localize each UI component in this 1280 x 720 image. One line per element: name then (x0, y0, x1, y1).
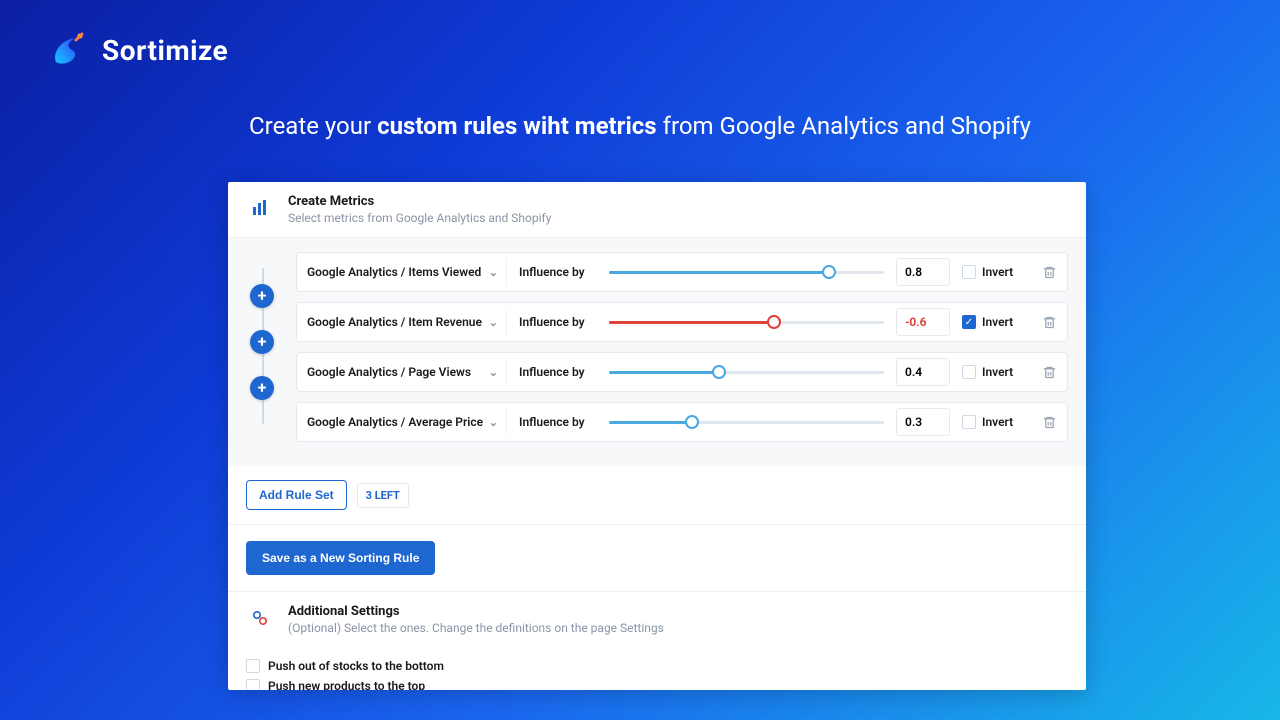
settings-gear-icon (246, 604, 274, 632)
metric-select[interactable]: Google Analytics / Average Price ⌄ (307, 409, 507, 435)
metric-select[interactable]: Google Analytics / Items Viewed ⌄ (307, 259, 507, 285)
save-sorting-rule-button[interactable]: Save as a New Sorting Rule (246, 541, 435, 575)
metric-select[interactable]: Google Analytics / Item Revenue ⌄ (307, 309, 507, 335)
additional-settings-header: Additional Settings (Optional) Select th… (228, 592, 1086, 647)
checkbox-icon: ✓ (962, 315, 976, 329)
influence-slider[interactable] (609, 413, 884, 431)
additional-option-label: Push new products to the top (268, 679, 425, 690)
add-between-button[interactable]: + (250, 284, 274, 308)
invert-label: Invert (982, 365, 1013, 379)
add-between-button[interactable]: + (250, 330, 274, 354)
additional-option[interactable]: Push new products to the top (246, 679, 1068, 690)
metric-name: Google Analytics / Page Views (307, 365, 471, 379)
chevron-down-icon: ⌄ (489, 316, 498, 329)
plus-column: + + + (250, 284, 274, 400)
headline-suffix: from Google Analytics and Shopify (657, 112, 1031, 140)
rules-area: + + + Google Analytics / Items Viewed ⌄ In… (228, 238, 1086, 466)
invert-toggle[interactable]: Invert (962, 415, 1030, 429)
invert-toggle[interactable]: ✓ Invert (962, 315, 1030, 329)
metric-select[interactable]: Google Analytics / Page Views ⌄ (307, 359, 507, 385)
checkbox-icon (962, 365, 976, 379)
invert-toggle[interactable]: Invert (962, 265, 1030, 279)
rule-row: Google Analytics / Average Price ⌄ Influen… (296, 402, 1068, 442)
influence-value[interactable]: 0.4 (896, 358, 950, 386)
headline-prefix: Create your (249, 112, 377, 140)
metric-name: Google Analytics / Average Price (307, 415, 483, 429)
create-metrics-header: Create Metrics Select metrics from Googl… (228, 182, 1086, 238)
page-headline: Create your custom rules wiht metrics fr… (0, 112, 1280, 140)
delete-rule-button[interactable] (1042, 315, 1057, 330)
influence-label: Influence by (519, 315, 597, 329)
add-rule-set-button[interactable]: Add Rule Set (246, 480, 347, 510)
metric-name: Google Analytics / Item Revenue (307, 315, 482, 329)
influence-label: Influence by (519, 265, 597, 279)
create-metrics-title: Create Metrics (288, 194, 551, 209)
influence-value[interactable]: 0.8 (896, 258, 950, 286)
metric-name: Google Analytics / Items Viewed (307, 265, 481, 279)
influence-label: Influence by (519, 365, 597, 379)
additional-settings-title: Additional Settings (288, 604, 664, 619)
additional-option-label: Push out of stocks to the bottom (268, 659, 444, 673)
checkbox-icon (246, 679, 260, 690)
invert-label: Invert (982, 265, 1013, 279)
influence-value[interactable]: 0.3 (896, 408, 950, 436)
chevron-down-icon: ⌄ (489, 416, 498, 429)
rule-row: Google Analytics / Page Views ⌄ Influence … (296, 352, 1068, 392)
influence-label: Influence by (519, 415, 597, 429)
delete-rule-button[interactable] (1042, 365, 1057, 380)
additional-settings-subtitle: (Optional) Select the ones. Change the d… (288, 621, 664, 635)
influence-value[interactable]: -0.6 (896, 308, 950, 336)
brand-name: Sortimize (102, 34, 228, 67)
additional-options-list: Push out of stocks to the bottom Push new… (228, 647, 1086, 690)
rules-remaining-badge: 3 LEFT (357, 483, 409, 508)
invert-toggle[interactable]: Invert (962, 365, 1030, 379)
rule-row: Google Analytics / Items Viewed ⌄ Influenc… (296, 252, 1068, 292)
influence-slider[interactable] (609, 313, 884, 331)
checkbox-icon (246, 659, 260, 673)
chevron-down-icon: ⌄ (489, 266, 498, 279)
checkbox-icon (962, 265, 976, 279)
delete-rule-button[interactable] (1042, 415, 1057, 430)
headline-bold: custom rules wiht metrics (377, 112, 657, 140)
add-rule-footer: Add Rule Set 3 LEFT (228, 466, 1086, 525)
logo-mark-icon (48, 28, 92, 72)
influence-slider[interactable] (609, 263, 884, 281)
influence-slider[interactable] (609, 363, 884, 381)
create-metrics-subtitle: Select metrics from Google Analytics and… (288, 211, 551, 225)
rule-list: Google Analytics / Items Viewed ⌄ Influenc… (296, 252, 1068, 442)
bar-chart-icon (246, 194, 274, 222)
save-row: Save as a New Sorting Rule (228, 525, 1086, 592)
invert-label: Invert (982, 415, 1013, 429)
brand-logo: Sortimize (48, 28, 228, 72)
checkbox-icon (962, 415, 976, 429)
additional-option[interactable]: Push out of stocks to the bottom (246, 659, 1068, 673)
invert-label: Invert (982, 315, 1013, 329)
main-panel: Create Metrics Select metrics from Googl… (228, 182, 1086, 690)
add-between-button[interactable]: + (250, 376, 274, 400)
delete-rule-button[interactable] (1042, 265, 1057, 280)
chevron-down-icon: ⌄ (489, 366, 498, 379)
rule-row: Google Analytics / Item Revenue ⌄ Influenc… (296, 302, 1068, 342)
